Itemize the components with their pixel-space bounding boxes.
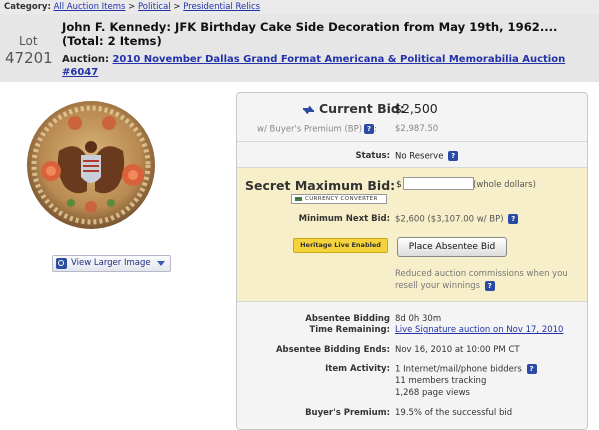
bp-label-text: w/ Buyer's Premium (BP) <box>257 124 363 135</box>
breadcrumb-presidential-relics[interactable]: Presidential Relics <box>183 2 260 12</box>
secret-max-bid-input[interactable] <box>403 177 474 190</box>
current-bid-value: $2,500 <box>394 101 438 116</box>
place-absentee-bid-button[interactable]: Place Absentee Bid <box>397 237 507 257</box>
lot-label: Lot <box>19 34 38 48</box>
magnify-icon <box>56 258 67 269</box>
absentee-bidding-label: Absentee Bidding <box>305 314 390 324</box>
currency-converter-label: CURRENCY CONVERTER <box>305 196 378 202</box>
bid-panel: Current Bid: $2,500 w/ Buyer's Premium (… <box>236 92 588 430</box>
status-value-text: No Reserve <box>395 151 444 162</box>
lot-number: 47201 <box>5 49 53 67</box>
lot-title: John F. Kennedy: JFK Birthday Cake Side … <box>62 20 558 48</box>
buyers-premium-value: 19.5% of the successful bid <box>395 408 513 418</box>
time-remaining-label: Time Remaining: <box>309 325 390 335</box>
item-activity-bidders-text: 1 Internet/mail/phone bidders <box>395 364 522 375</box>
view-larger-label: View Larger Image <box>71 258 151 268</box>
item-activity-bidders: 1 Internet/mail/phone bidders ? <box>395 364 537 375</box>
help-icon[interactable]: ? <box>526 364 537 374</box>
time-remaining-value: 8d 0h 30m <box>395 314 442 324</box>
help-icon[interactable]: ? <box>484 280 495 291</box>
auction-link[interactable]: 2010 November Dallas Grand Format Americ… <box>62 54 565 78</box>
absentee-ends-label: Absentee Bidding Ends: <box>275 345 390 355</box>
dropdown-arrow-icon <box>157 261 165 266</box>
breadcrumb-political[interactable]: Political <box>138 2 171 12</box>
current-bid-label-text: Current Bid: <box>319 101 405 116</box>
money-icon <box>295 197 302 201</box>
lot-header: Lot 47201 John F. Kennedy: JFK Birthday … <box>0 14 599 82</box>
secret-bid-section: Secret Maximum Bid: $ (whole dollars) CU… <box>237 168 587 302</box>
lot-image[interactable] <box>25 99 157 231</box>
reduced-commission-text-body: Reduced auction commissions when you res… <box>395 269 568 291</box>
item-activity-tracking: 11 members tracking <box>395 376 487 386</box>
item-activity-views: 1,268 page views <box>395 388 470 398</box>
refresh-icon <box>303 105 314 114</box>
item-activity-label: Item Activity: <box>325 364 390 374</box>
secret-max-bid-label: Secret Maximum Bid: <box>245 178 396 193</box>
absentee-ends-value: Nov 16, 2010 at 10:00 PM CT <box>395 345 520 355</box>
currency-converter-button[interactable]: CURRENCY CONVERTER <box>291 194 387 204</box>
minimum-next-bid-label: Minimum Next Bid: <box>298 214 390 224</box>
bp-value: $2,987.50 <box>395 124 439 134</box>
minimum-next-bid-value: $2,600 ($3,107.00 w/ BP) ? <box>395 214 519 225</box>
auction-line: Auction: 2010 November Dallas Grand Form… <box>62 53 597 79</box>
breadcrumb-separator: > <box>128 2 136 12</box>
view-larger-image-button[interactable]: View Larger Image <box>52 255 171 272</box>
dollar-sign: $ <box>396 180 402 190</box>
status-value: No Reserve ? <box>395 151 459 162</box>
bp-label: w/ Buyer's Premium (BP)?: <box>257 124 377 135</box>
whole-dollars-hint: (whole dollars) <box>473 180 536 190</box>
current-bid-section: Current Bid: $2,500 w/ Buyer's Premium (… <box>237 93 587 142</box>
reduced-commission-text: Reduced auction commissions when you res… <box>395 268 583 292</box>
breadcrumb: Category: All Auction Items > Political … <box>0 0 599 14</box>
buyers-premium-label: Buyer's Premium: <box>305 408 390 418</box>
help-icon[interactable]: ? <box>448 151 459 161</box>
help-icon[interactable]: ? <box>364 124 375 134</box>
status-section: Status: No Reserve ? <box>237 142 587 168</box>
breadcrumb-label: Category: <box>4 2 51 12</box>
minimum-next-bid-value-text: $2,600 ($3,107.00 w/ BP) <box>395 214 504 225</box>
breadcrumb-all-auction-items[interactable]: All Auction Items <box>54 2 126 12</box>
breadcrumb-separator: > <box>173 2 181 12</box>
auction-label: Auction: <box>62 54 109 65</box>
live-auction-link[interactable]: Live Signature auction on Nov 17, 2010 <box>395 325 563 335</box>
current-bid-label: Current Bid: <box>302 101 405 116</box>
bid-details-section: Absentee Bidding Time Remaining: 8d 0h 3… <box>237 302 587 429</box>
help-icon[interactable]: ? <box>508 214 519 224</box>
status-label: Status: <box>355 151 391 161</box>
heritage-live-badge[interactable]: Heritage Live Enabled <box>293 238 388 253</box>
